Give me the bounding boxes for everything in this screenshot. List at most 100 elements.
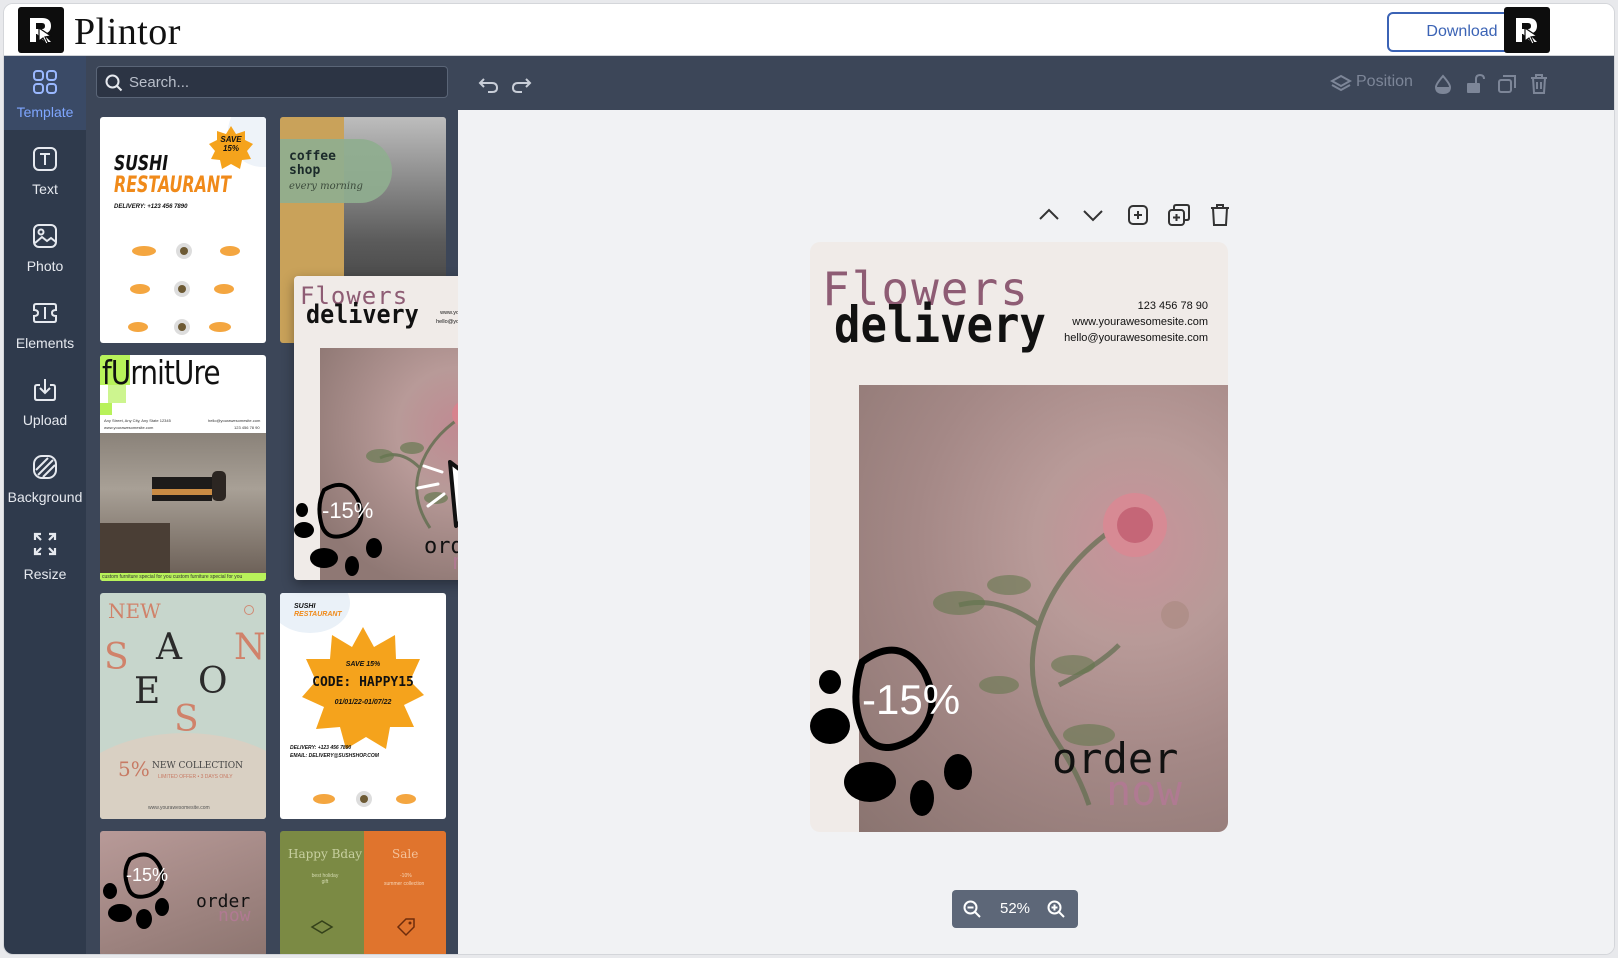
- template-subtitle: summer collection: [384, 881, 425, 887]
- design-now[interactable]: now: [1106, 766, 1182, 815]
- template-tagline: every morning: [289, 181, 363, 192]
- sidebar-item-template[interactable]: Template: [4, 56, 86, 130]
- sidebar-rail: Template Text Photo Elements Upload Back…: [4, 56, 86, 954]
- design-page[interactable]: Flowers delivery 123 456 78 90 www.youra…: [810, 242, 1228, 832]
- design-phone[interactable]: 123 456 78 90: [1036, 298, 1208, 314]
- photo-icon: [33, 224, 57, 248]
- search-icon: [105, 74, 123, 92]
- blob-shape: [294, 482, 382, 576]
- template-address: Any Street, Any City, Any State 12345: [104, 418, 171, 423]
- sidebar-item-background[interactable]: Background: [4, 441, 86, 515]
- app-name: Plintor: [74, 11, 181, 53]
- zoom-in-icon[interactable]: [1046, 899, 1066, 919]
- season-letter: S: [104, 637, 129, 678]
- season-letter: N: [234, 627, 266, 668]
- design-blob-shape[interactable]: [810, 642, 982, 832]
- template-email: hello@yourawesomesite.com: [208, 418, 261, 423]
- position-button[interactable]: Position: [1356, 73, 1413, 91]
- template-new: NEW: [108, 599, 161, 623]
- move-down-icon[interactable]: [1080, 202, 1106, 228]
- design-canvas: Flowers delivery 123 456 78 90 www.youra…: [458, 110, 1614, 954]
- template-card-birthday-sale[interactable]: Happy Bday best holiday gift Sale -10% s…: [280, 831, 446, 954]
- logo-icon: [18, 7, 64, 53]
- season-letter: S: [174, 699, 199, 740]
- template-title: SUSHI: [114, 151, 169, 175]
- template-subtitle: -10%: [400, 873, 412, 879]
- design-email[interactable]: hello@yourawesomesite.com: [1036, 330, 1208, 346]
- template-card-sushi-promo[interactable]: SUSHI RESTAURANT SAVE 15% CODE: HAPPY15 …: [280, 593, 446, 819]
- template-card-season[interactable]: NEW S E A S O N 5% NEW COLLECTION LIMITE…: [100, 593, 266, 819]
- design-discount[interactable]: -15%: [862, 676, 960, 724]
- add-page-icon[interactable]: [1125, 202, 1151, 228]
- sushi-pieces-image: [313, 791, 416, 807]
- design-site[interactable]: www.yourawesomesite.com: [1036, 314, 1208, 330]
- text-icon: [33, 147, 57, 171]
- move-up-icon[interactable]: [1036, 202, 1062, 228]
- blob-shape: [103, 852, 169, 929]
- template-subtitle: RESTAURANT: [114, 173, 231, 198]
- top-header: Plintor Download: [4, 4, 1614, 56]
- resize-icon: [33, 532, 57, 556]
- delete-page-icon[interactable]: [1207, 202, 1233, 228]
- search-input[interactable]: [129, 67, 439, 97]
- background-icon: [33, 455, 57, 479]
- sushi-pieces-image: [128, 243, 240, 335]
- furniture-photo: [100, 433, 266, 573]
- zoom-value: 52%: [999, 900, 1031, 917]
- promo-dates: 01/01/22-01/07/22: [334, 699, 392, 706]
- template-email: EMAIL: DELIVERY@SUSHSHOP.COM: [290, 753, 379, 759]
- sidebar-item-elements[interactable]: Elements: [4, 287, 86, 361]
- editor-toolbar: Position: [458, 56, 1614, 110]
- tag-icon: [396, 918, 415, 937]
- template-title: fUrnitUre: [102, 355, 221, 392]
- undo-icon[interactable]: [478, 73, 500, 95]
- sidebar-item-upload[interactable]: Upload: [4, 364, 86, 438]
- promo-code: CODE: HAPPY15: [312, 675, 414, 690]
- badge-text: 15%: [222, 144, 239, 153]
- template-card-sushi[interactable]: SAVE 15% SUSHI RESTAURANT DELIVERY: +123…: [100, 117, 266, 343]
- now-text: now: [218, 905, 251, 926]
- promo-save: SAVE 15%: [345, 661, 381, 668]
- unlock-icon[interactable]: [1464, 73, 1486, 95]
- zoom-out-icon[interactable]: [962, 899, 982, 919]
- template-subtitle: best holiday gift: [311, 873, 339, 885]
- upload-icon: [34, 379, 56, 401]
- template-site: www.yourawesomesite.com: [148, 805, 210, 811]
- layers-icon[interactable]: [1330, 73, 1352, 95]
- duplicate-page-icon[interactable]: [1166, 202, 1192, 228]
- search-box[interactable]: [96, 66, 448, 98]
- template-delivery: DELIVERY: +123 456 7890: [290, 745, 352, 751]
- template-title: Sale: [392, 847, 419, 861]
- design-subtitle[interactable]: delivery: [834, 296, 1046, 354]
- sidebar-item-text[interactable]: Text: [4, 133, 86, 207]
- template-title: Happy Bday: [288, 847, 363, 861]
- duplicate-icon[interactable]: [1496, 73, 1518, 95]
- template-title: SUSHI: [294, 603, 316, 610]
- sidebar-item-label: Text: [32, 181, 58, 197]
- template-collection: NEW COLLECTION: [152, 761, 244, 771]
- sidebar-item-label: Resize: [23, 566, 67, 582]
- template-phone: 123 456 78 90: [234, 425, 260, 430]
- template-offer: LIMITED OFFER • 3 DAYS ONLY: [158, 774, 233, 780]
- gift-icon: [310, 920, 334, 934]
- template-title: shop: [289, 163, 321, 178]
- template-delivery: DELIVERY: +123 456 7890: [114, 204, 188, 210]
- redo-icon[interactable]: [510, 73, 532, 95]
- sidebar-item-resize[interactable]: Resize: [4, 518, 86, 592]
- grid-icon: [33, 70, 57, 94]
- template-site: www.yourawesomesite.com: [104, 425, 154, 430]
- elements-icon: [33, 303, 57, 323]
- template-subtitle: RESTAURANT: [294, 611, 342, 618]
- template-card-furniture[interactable]: fUrnitUre Any Street, Any City, Any Stat…: [100, 355, 266, 581]
- template-title: coffee: [289, 149, 336, 164]
- template-percent: 5%: [118, 757, 150, 781]
- template-card-flowers-small[interactable]: -15% order now: [100, 831, 266, 954]
- trash-icon[interactable]: [1528, 73, 1550, 95]
- discount-text: -15%: [322, 498, 374, 523]
- sidebar-item-label: Elements: [15, 335, 75, 351]
- profile-logo-icon[interactable]: [1504, 7, 1550, 53]
- sidebar-item-label: Template: [16, 104, 74, 120]
- badge-text: SAVE: [220, 135, 242, 144]
- opacity-icon[interactable]: [1432, 73, 1454, 95]
- sidebar-item-photo[interactable]: Photo: [4, 210, 86, 284]
